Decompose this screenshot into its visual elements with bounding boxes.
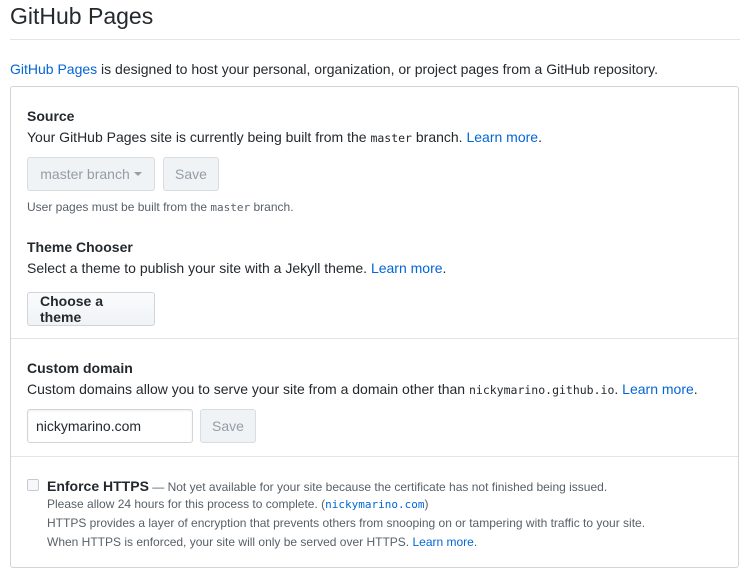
source-section: Source Your GitHub Pages site is current…	[11, 87, 738, 339]
custom-domain-link[interactable]: nickymarino.com	[325, 498, 424, 511]
chevron-down-icon	[133, 172, 142, 176]
custom-domain-section: Custom domain Custom domains allow you t…	[11, 339, 738, 457]
theme-learn-more-link[interactable]: Learn more	[371, 260, 443, 276]
source-description: Your GitHub Pages site is currently bein…	[27, 129, 542, 145]
enforce-https-checkbox[interactable]	[27, 479, 39, 491]
custom-domain-input[interactable]	[27, 409, 193, 443]
custom-domain-description: Custom domains allow you to serve your s…	[27, 381, 698, 397]
source-note: User pages must be built from the master…	[27, 200, 294, 214]
theme-description: Select a theme to publish your site with…	[27, 260, 447, 276]
domain-learn-more-link[interactable]: Learn more	[622, 381, 694, 397]
choose-theme-button[interactable]: Choose a theme	[27, 292, 155, 326]
github-pages-settings: GitHub Pages GitHub Pages is designed to…	[0, 0, 749, 576]
source-learn-more-link[interactable]: Learn more	[466, 129, 538, 145]
pages-settings-box: Source Your GitHub Pages site is current…	[10, 86, 739, 568]
enforce-https-row: Enforce HTTPS — Not yet available for yo…	[27, 477, 722, 495]
custom-domain-heading: Custom domain	[27, 360, 133, 376]
intro-body: is designed to host your personal, organ…	[97, 61, 658, 77]
domain-controls: Save	[27, 409, 722, 443]
https-status-text: Not yet available for your site because …	[167, 480, 608, 494]
theme-heading: Theme Chooser	[27, 239, 133, 255]
https-section: Enforce HTTPS — Not yet available for yo…	[11, 457, 738, 552]
source-controls: master branch Save	[27, 157, 722, 191]
branch-select[interactable]: master branch	[27, 157, 155, 191]
source-save-button[interactable]: Save	[163, 157, 219, 191]
enforce-https-label: Enforce HTTPS	[47, 478, 149, 494]
github-pages-link[interactable]: GitHub Pages	[10, 61, 97, 77]
branch-code: master	[370, 131, 412, 145]
github-io-domain: nickymarino.github.io	[468, 383, 615, 397]
https-learn-more-link[interactable]: Learn more	[412, 535, 473, 549]
domain-save-button[interactable]: Save	[200, 409, 256, 443]
page-title: GitHub Pages	[10, 0, 740, 40]
source-heading: Source	[27, 108, 75, 124]
https-notes: Please allow 24 hours for this process t…	[47, 497, 646, 549]
